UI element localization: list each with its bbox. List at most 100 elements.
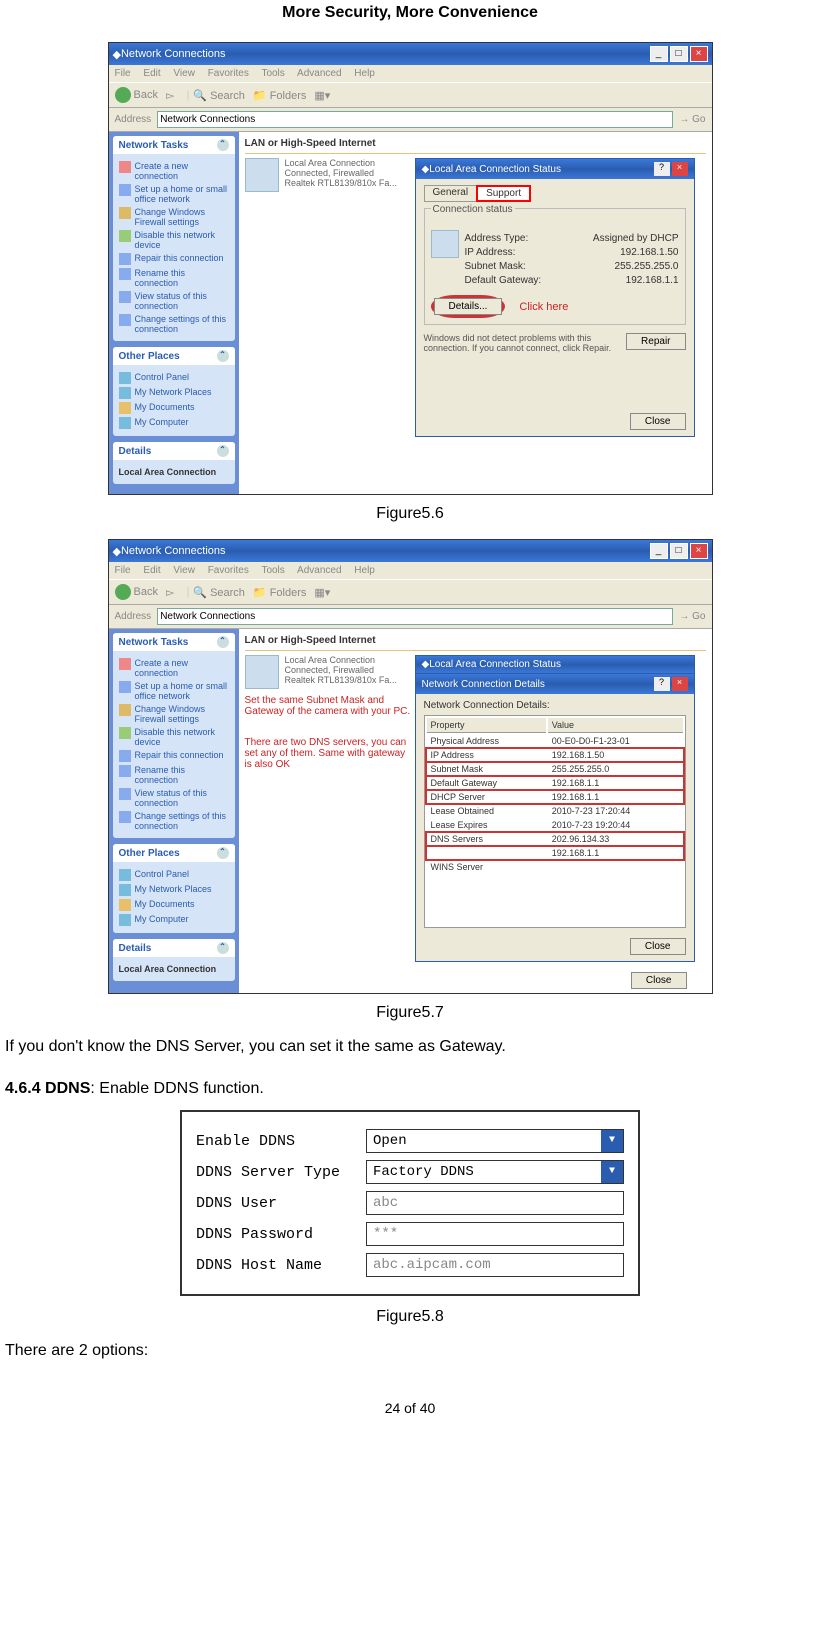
- task-item[interactable]: Change settings of this connection: [119, 811, 229, 831]
- task-item[interactable]: Change Windows Firewall settings: [119, 704, 229, 724]
- details-close-button[interactable]: Close: [630, 938, 686, 955]
- place-item[interactable]: My Computer: [119, 417, 229, 429]
- menu-file[interactable]: File: [115, 68, 131, 79]
- collapse-icon[interactable]: ⌃: [217, 847, 229, 859]
- forward-button[interactable]: ▻: [166, 89, 174, 102]
- search-button[interactable]: 🔍 Search: [193, 586, 245, 599]
- details-item: Local Area Connection: [119, 467, 229, 477]
- prop-cell: Default Gateway: [427, 777, 546, 789]
- figure-5-7-screenshot: ◆ Network Connections _ □ × File Edit Vi…: [108, 539, 713, 994]
- task-item[interactable]: Repair this connection: [119, 750, 229, 762]
- enable-ddns-select[interactable]: Open: [366, 1129, 624, 1153]
- dialog-close-button[interactable]: ×: [672, 162, 688, 176]
- task-item[interactable]: Disable this network device: [119, 727, 229, 747]
- ddns-password-input[interactable]: ***: [366, 1222, 624, 1246]
- dns-note-text: If you don't know the DNS Server, you ca…: [5, 1038, 815, 1056]
- menu-favorites[interactable]: Favorites: [208, 68, 249, 79]
- help-button[interactable]: ?: [654, 677, 670, 691]
- place-item[interactable]: Control Panel: [119, 869, 229, 881]
- collapse-icon[interactable]: ⌃: [217, 445, 229, 457]
- place-item[interactable]: Control Panel: [119, 372, 229, 384]
- close-button[interactable]: Close: [630, 413, 686, 430]
- connection-state: Connected, Firewalled: [285, 665, 397, 675]
- maximize-button[interactable]: □: [670, 543, 688, 559]
- task-item[interactable]: Set up a home or small office network: [119, 681, 229, 701]
- back-button[interactable]: Back: [115, 87, 158, 103]
- menu-edit[interactable]: Edit: [143, 565, 160, 576]
- menu-view[interactable]: View: [173, 68, 195, 79]
- details-button[interactable]: Details...: [434, 298, 503, 315]
- side-panel: Network Tasks⌃ Create a new connection S…: [109, 132, 239, 494]
- connection-name: Local Area Connection: [285, 158, 397, 168]
- dialog-close-button[interactable]: ×: [672, 677, 688, 691]
- menu-tools[interactable]: Tools: [261, 565, 284, 576]
- collapse-icon[interactable]: ⌃: [217, 942, 229, 954]
- minimize-button[interactable]: _: [650, 543, 668, 559]
- task-item[interactable]: View status of this connection: [119, 291, 229, 311]
- menu-advanced[interactable]: Advanced: [297, 565, 341, 576]
- menu-favorites[interactable]: Favorites: [208, 565, 249, 576]
- views-button[interactable]: ▦▾: [314, 586, 330, 599]
- ddns-host-input[interactable]: abc.aipcam.com: [366, 1253, 624, 1277]
- tab-general[interactable]: General: [424, 185, 478, 202]
- task-item[interactable]: Disable this network device: [119, 230, 229, 250]
- minimize-button[interactable]: _: [650, 46, 668, 62]
- collapse-icon[interactable]: ⌃: [217, 636, 229, 648]
- status-dialog: ◆ Local Area Connection Status ? × Gener…: [415, 158, 695, 437]
- menu-bar: File Edit View Favorites Tools Advanced …: [109, 562, 712, 579]
- task-item[interactable]: Rename this connection: [119, 268, 229, 288]
- menu-tools[interactable]: Tools: [261, 68, 284, 79]
- prop-cell: DNS Servers: [427, 833, 546, 845]
- menu-file[interactable]: File: [115, 565, 131, 576]
- kv-val: 192.168.1.50: [620, 247, 678, 258]
- outer-close-button[interactable]: Close: [631, 972, 687, 989]
- task-item[interactable]: Repair this connection: [119, 253, 229, 265]
- back-button[interactable]: Back: [115, 584, 158, 600]
- page-header: More Security, More Convenience: [5, 0, 815, 42]
- task-item[interactable]: Set up a home or small office network: [119, 184, 229, 204]
- menu-advanced[interactable]: Advanced: [297, 68, 341, 79]
- go-button[interactable]: → Go: [679, 114, 705, 125]
- close-button[interactable]: ×: [690, 46, 708, 62]
- connection-device: Realtek RTL8139/810x Fa...: [285, 178, 397, 188]
- search-button[interactable]: 🔍 Search: [193, 89, 245, 102]
- place-item[interactable]: My Network Places: [119, 387, 229, 399]
- place-item[interactable]: My Computer: [119, 914, 229, 926]
- ddns-label: DDNS Server Type: [196, 1164, 366, 1181]
- menu-help[interactable]: Help: [354, 68, 375, 79]
- task-item[interactable]: View status of this connection: [119, 788, 229, 808]
- repair-button[interactable]: Repair: [626, 333, 685, 350]
- tab-support[interactable]: Support: [476, 185, 531, 202]
- connection-item[interactable]: Local Area Connection Connected, Firewal…: [245, 655, 415, 689]
- task-item[interactable]: Create a new connection: [119, 161, 229, 181]
- place-item[interactable]: My Network Places: [119, 884, 229, 896]
- ddns-user-input[interactable]: abc: [366, 1191, 624, 1215]
- ddns-server-type-select[interactable]: Factory DDNS: [366, 1160, 624, 1184]
- address-input[interactable]: [157, 608, 673, 625]
- address-input[interactable]: [157, 111, 673, 128]
- views-button[interactable]: ▦▾: [314, 89, 330, 102]
- connection-item[interactable]: Local Area Connection Connected, Firewal…: [245, 158, 415, 437]
- forward-button[interactable]: ▻: [166, 586, 174, 599]
- menu-help[interactable]: Help: [354, 565, 375, 576]
- task-item[interactable]: Change Windows Firewall settings: [119, 207, 229, 227]
- folders-button[interactable]: 📁 Folders: [253, 89, 306, 102]
- menu-edit[interactable]: Edit: [143, 68, 160, 79]
- task-item[interactable]: Change settings of this connection: [119, 314, 229, 334]
- task-item[interactable]: Rename this connection: [119, 765, 229, 785]
- task-item[interactable]: Create a new connection: [119, 658, 229, 678]
- menu-view[interactable]: View: [173, 565, 195, 576]
- details-dialog: Network Connection Details ? × Network C…: [415, 673, 695, 962]
- network-icon: ◆: [422, 164, 430, 175]
- place-item[interactable]: My Documents: [119, 899, 229, 911]
- ddns-label: DDNS Host Name: [196, 1257, 366, 1274]
- help-button[interactable]: ?: [654, 162, 670, 176]
- place-item[interactable]: My Documents: [119, 402, 229, 414]
- maximize-button[interactable]: □: [670, 46, 688, 62]
- collapse-icon[interactable]: ⌃: [217, 350, 229, 362]
- collapse-icon[interactable]: ⌃: [217, 139, 229, 151]
- go-button[interactable]: → Go: [679, 611, 705, 622]
- window-titlebar: ◆ Network Connections _ □ ×: [109, 540, 712, 562]
- folders-button[interactable]: 📁 Folders: [253, 586, 306, 599]
- close-button[interactable]: ×: [690, 543, 708, 559]
